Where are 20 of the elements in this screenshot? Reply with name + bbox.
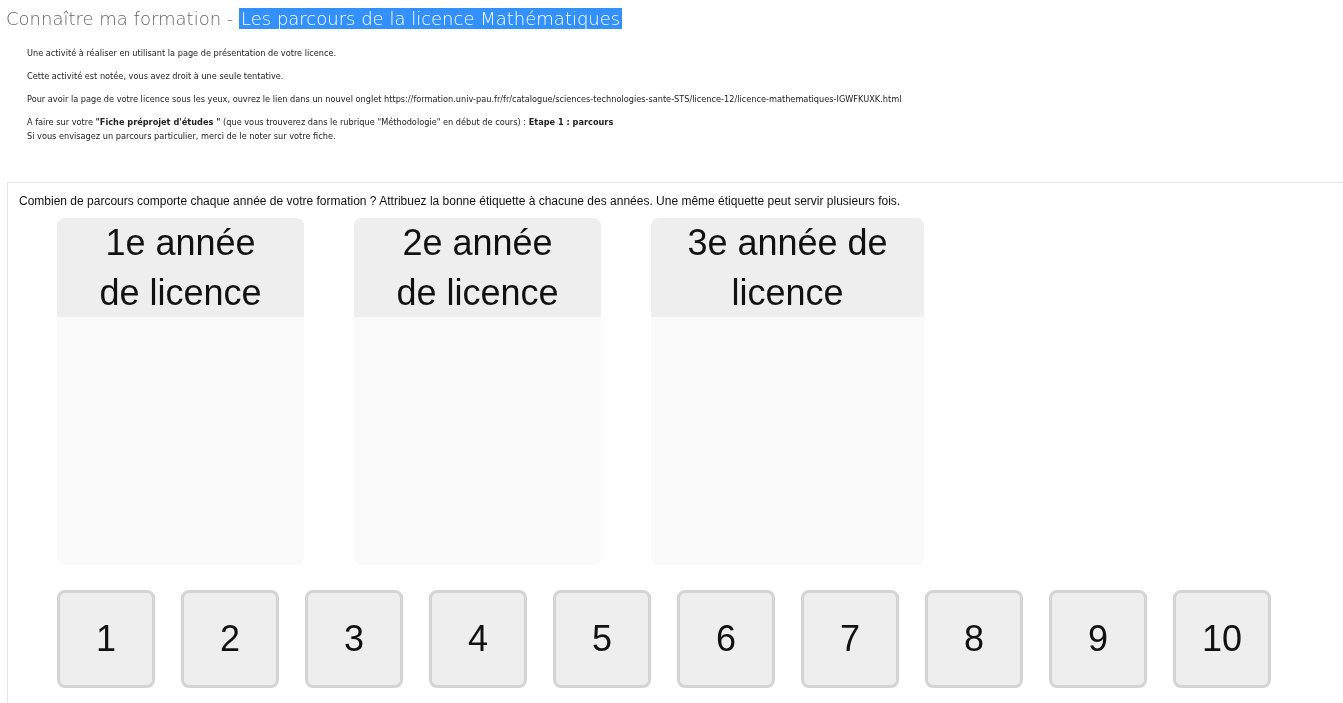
page-title: Connaître ma formation - Les parcours de la licence Mathématiques xyxy=(6,7,624,31)
draggable-label[interactable]: 6 xyxy=(677,590,775,688)
drop-zone[interactable]: 2e année de licence xyxy=(354,218,601,565)
intro-text-line: Si vous envisagez un parcours particulier, merci de le noter sur votre fiche. xyxy=(27,130,337,143)
draggable-label[interactable]: 8 xyxy=(925,590,1023,688)
intro-text-line: Cette activité est notée, vous avez droit à une seule tentative. xyxy=(27,70,285,83)
draggable-label[interactable]: 2 xyxy=(181,590,279,688)
question-text: Combien de parcours comporte chaque année de votre formation ? Attribuez la bonne étiquette à chacune des années. Une même étiquette peut servir plusieurs fois. xyxy=(19,194,902,208)
intro-text-line: A faire sur votre "Fiche préprojet d'études " (que vous trouverez dans le rubrique "Méthodologie" en début de cours) : Etape 1 : parcours xyxy=(27,116,615,129)
draggable-label[interactable]: 1 xyxy=(57,590,155,688)
drop-zone[interactable]: 1e année de licence xyxy=(57,218,304,565)
drop-zone[interactable]: 3e année de licence xyxy=(651,218,924,565)
draggable-label[interactable]: 3 xyxy=(305,590,403,688)
intro-text-line: Une activité à réaliser en utilisant la page de présentation de votre licence. xyxy=(27,47,338,60)
draggable-label[interactable]: 10 xyxy=(1173,590,1271,688)
intro-text-line: Pour avoir la page de votre licence sous les yeux, ouvrez le lien dans un nouvel onglet https://formation.univ-pau.fr/fr/catalogue/sciences-technologies-sante-STS/licence-12/licence-mathematiques-IGWFKUXK.html xyxy=(27,93,903,106)
draggable-label[interactable]: 5 xyxy=(553,590,651,688)
draggable-label[interactable]: 7 xyxy=(801,590,899,688)
draggable-label[interactable]: 4 xyxy=(429,590,527,688)
draggable-label[interactable]: 9 xyxy=(1049,590,1147,688)
